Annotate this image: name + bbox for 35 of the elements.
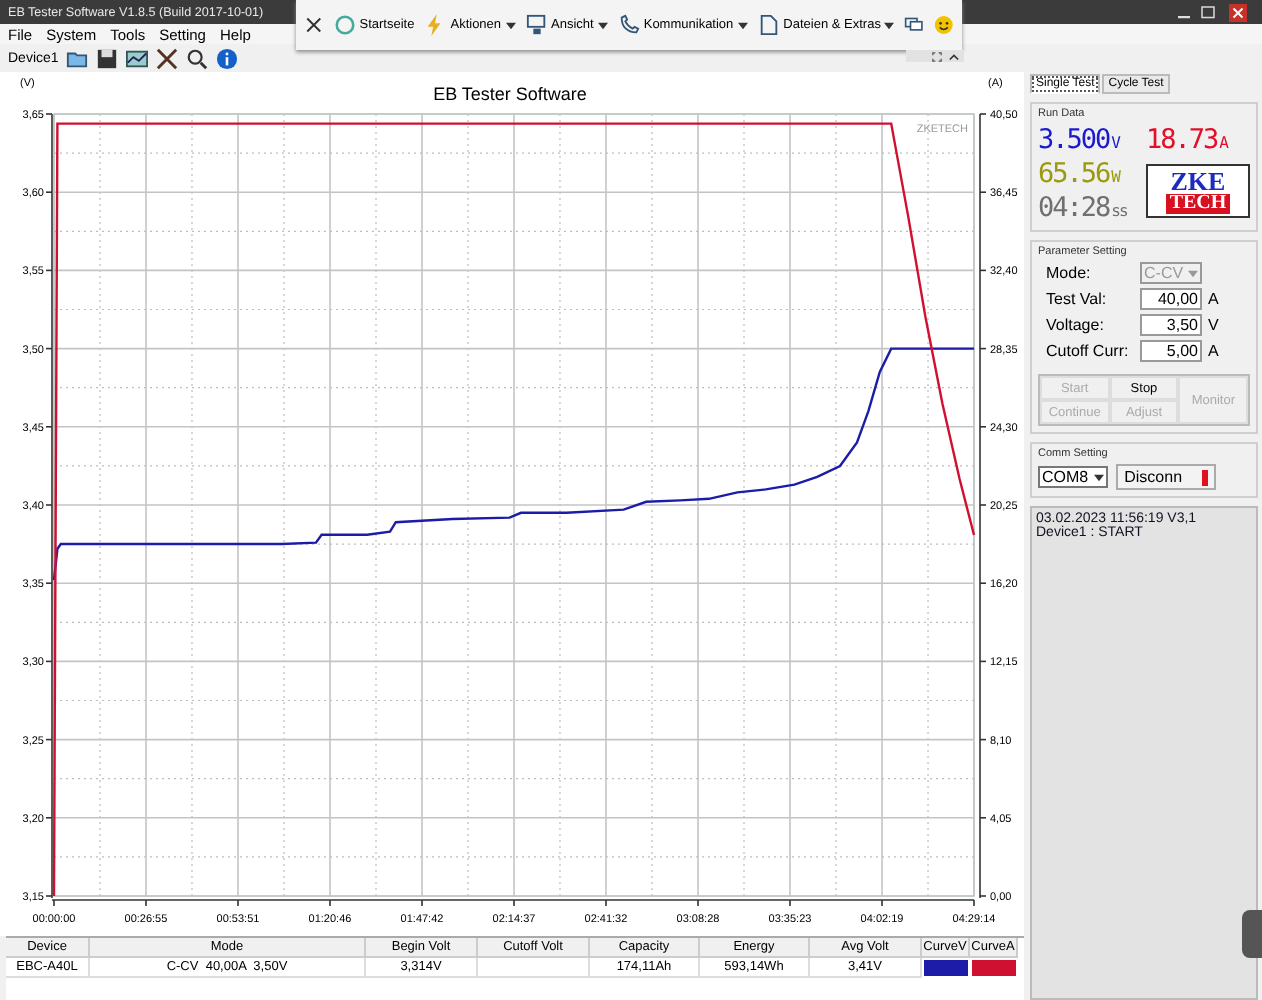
search-icon[interactable] — [186, 47, 209, 69]
phone-icon — [617, 14, 640, 36]
unit-label: V — [1208, 316, 1221, 334]
caret-icon — [1188, 269, 1198, 277]
port-dropdown[interactable]: COM8 — [1038, 466, 1109, 488]
smiley-icon[interactable] — [934, 14, 954, 36]
reading-display: 65.56W — [1038, 158, 1123, 190]
logo: ZKE TECH — [1146, 164, 1250, 218]
unit-label: A — [1208, 342, 1221, 360]
field-label: Cutoff Curr: — [1046, 342, 1131, 360]
collapse-icon[interactable] — [948, 51, 960, 61]
input-field[interactable]: 5,00 — [1140, 340, 1202, 362]
reading-display: 18.73A — [1146, 124, 1230, 156]
caret-icon — [1094, 473, 1105, 481]
reading-display: 04:28ss — [1038, 192, 1129, 224]
maximize-icon[interactable] — [1198, 3, 1218, 21]
monitor-icon — [525, 14, 548, 36]
chart-icon[interactable] — [126, 47, 149, 69]
table-cell — [478, 958, 590, 978]
document-icon — [757, 14, 780, 36]
disconnect-button[interactable]: Disconn — [1116, 464, 1217, 490]
close-icon[interactable] — [304, 14, 324, 36]
field-label: Voltage: — [1046, 316, 1106, 334]
screens-icon[interactable] — [904, 14, 925, 36]
expand-icon[interactable] — [932, 51, 942, 61]
info-icon[interactable] — [216, 47, 239, 69]
chart-title: EB Tester Software — [433, 84, 587, 104]
input-field[interactable]: 3,50 — [1140, 314, 1202, 336]
save-icon[interactable] — [96, 47, 119, 69]
field-label: Mode: — [1046, 264, 1093, 282]
reading-display: 3.500V — [1038, 124, 1122, 156]
unit-label: A — [1208, 290, 1221, 308]
input-field[interactable]: 40,00 — [1140, 288, 1202, 310]
field-label: Test Val: — [1046, 290, 1109, 308]
side-handle[interactable] — [1242, 910, 1262, 958]
